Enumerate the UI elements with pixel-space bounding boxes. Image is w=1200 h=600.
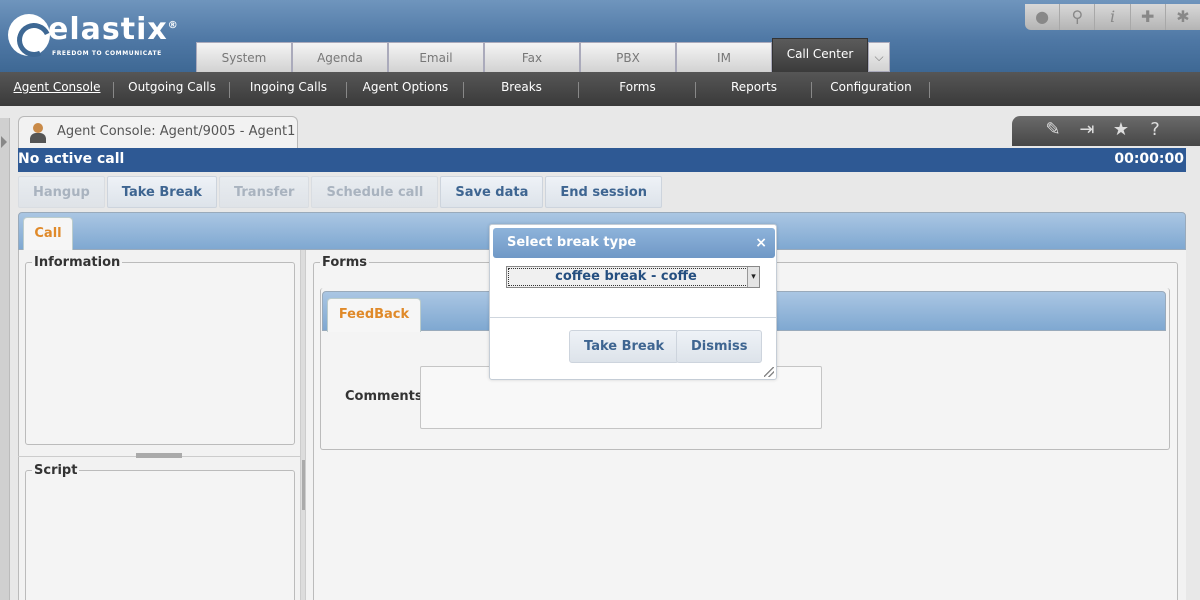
search-icon[interactable]: ⚲ xyxy=(1060,4,1096,30)
elastix-logo[interactable]: elastix® FREEDOM TO COMMUNICATE xyxy=(8,12,178,64)
brand-name: elastix xyxy=(48,12,168,47)
chevron-down-icon[interactable]: ⌵ xyxy=(868,42,890,72)
help-icon[interactable]: ? xyxy=(1138,116,1172,146)
dialog-divider xyxy=(490,317,776,318)
call-timer: 00:00:00 xyxy=(1114,151,1184,167)
edit-icon[interactable]: ✎ xyxy=(1036,116,1070,146)
tab-system[interactable]: System xyxy=(196,42,292,72)
information-legend: Information xyxy=(34,255,121,270)
schedule-call-button[interactable]: Schedule call xyxy=(311,176,439,208)
dialog-title: Select break type xyxy=(507,235,637,250)
submenu-forms[interactable]: Forms xyxy=(579,72,696,106)
module-tab: Agent Console: Agent/9005 - Agent1 xyxy=(18,116,298,148)
call-status-text: No active call xyxy=(18,151,125,167)
break-type-dialog: Select break type × coffee break - coffe… xyxy=(489,224,777,380)
gear-icon[interactable]: ✱ xyxy=(1166,4,1200,30)
break-type-select[interactable]: coffee break - coffe ▾ xyxy=(506,266,760,288)
submenu-agent-console[interactable]: Agent Console xyxy=(0,72,114,106)
tab-call-center[interactable]: Call Center xyxy=(772,38,868,72)
tab-im[interactable]: IM xyxy=(676,42,772,72)
module-toolbar: ✎ ⇥ ★ ? xyxy=(1012,116,1200,146)
submenu-reports[interactable]: Reports xyxy=(696,72,812,106)
script-legend: Script xyxy=(34,463,78,478)
drop-icon[interactable]: ● xyxy=(1025,4,1061,30)
side-panel-toggle[interactable] xyxy=(0,118,10,600)
tab-fax[interactable]: Fax xyxy=(484,42,580,72)
end-session-button[interactable]: End session xyxy=(545,176,663,208)
logo-mark-icon xyxy=(8,14,50,56)
break-type-value: coffee break - coffe xyxy=(555,269,697,284)
close-icon[interactable]: × xyxy=(755,228,767,258)
forms-legend: Forms xyxy=(322,255,367,270)
submenu-configuration[interactable]: Configuration xyxy=(812,72,930,106)
comments-label: Comments: xyxy=(345,389,428,404)
horizontal-resize-handle[interactable] xyxy=(300,250,306,600)
tab-email[interactable]: Email xyxy=(388,42,484,72)
submenu-agent-options[interactable]: Agent Options xyxy=(347,72,464,106)
module-title: Agent Console: Agent/9005 - Agent1 xyxy=(57,124,296,139)
tab-call[interactable]: Call xyxy=(23,217,73,251)
app-header: elastix® FREEDOM TO COMMUNICATE ● ⚲ i ✚ … xyxy=(0,0,1200,72)
puzzle-icon[interactable]: ✚ xyxy=(1131,4,1166,30)
export-icon[interactable]: ⇥ xyxy=(1070,116,1104,146)
information-panel: Information xyxy=(25,255,295,445)
star-icon[interactable]: ★ xyxy=(1104,116,1138,146)
take-break-button[interactable]: Take Break xyxy=(106,176,217,208)
submenu-ingoing-calls[interactable]: Ingoing Calls xyxy=(230,72,347,106)
dialog-dismiss-button[interactable]: Dismiss xyxy=(676,330,763,363)
submenu-breaks[interactable]: Breaks xyxy=(464,72,579,106)
script-panel: Script xyxy=(25,463,295,600)
brand-reg: ® xyxy=(167,20,179,31)
tab-pbx[interactable]: PBX xyxy=(580,42,676,72)
tab-feedback[interactable]: FeedBack xyxy=(327,298,421,332)
vertical-resize-handle[interactable] xyxy=(136,453,182,458)
brand-tagline: FREEDOM TO COMMUNICATE xyxy=(52,50,162,57)
save-data-button[interactable]: Save data xyxy=(440,176,544,208)
agent-avatar-icon xyxy=(29,123,47,143)
dialog-take-break-button[interactable]: Take Break xyxy=(569,330,680,363)
hangup-button[interactable]: Hangup xyxy=(18,176,105,208)
call-status-bar: No active call 00:00:00 xyxy=(18,148,1186,172)
submenu: Agent Console Outgoing Calls Ingoing Cal… xyxy=(0,72,1200,106)
action-toolbar: Hangup Take Break Transfer Schedule call… xyxy=(18,176,664,208)
submenu-outgoing-calls[interactable]: Outgoing Calls xyxy=(114,72,230,106)
tab-agenda[interactable]: Agenda xyxy=(292,42,388,72)
dropdown-arrow-icon[interactable]: ▾ xyxy=(747,267,759,287)
top-icon-bar: ● ⚲ i ✚ ✱ xyxy=(1025,4,1200,30)
main-tabs: System Agenda Email Fax PBX IM Call Cent… xyxy=(196,38,890,72)
dialog-titlebar[interactable]: Select break type × xyxy=(493,228,775,258)
resize-grip-icon[interactable] xyxy=(764,367,774,377)
transfer-button[interactable]: Transfer xyxy=(218,176,310,208)
info-icon[interactable]: i xyxy=(1095,4,1131,30)
